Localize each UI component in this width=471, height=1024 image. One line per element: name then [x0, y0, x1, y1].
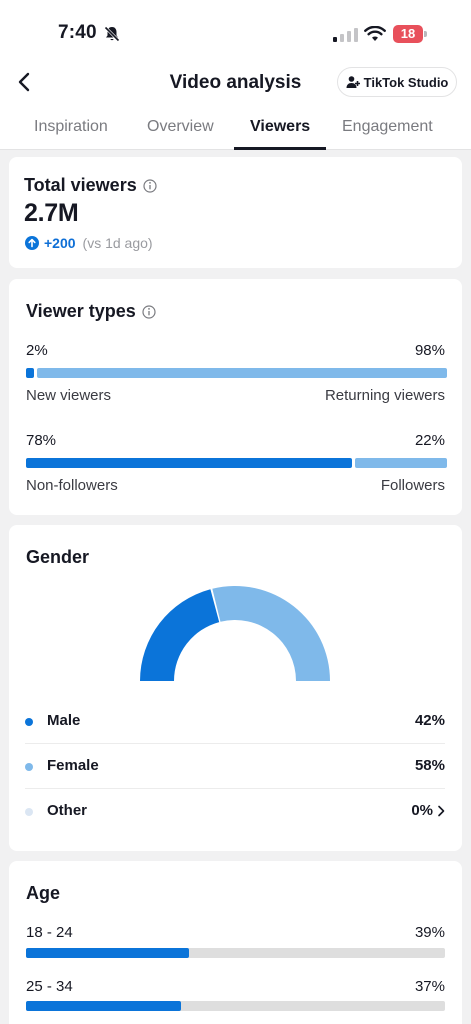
tab-inspiration[interactable]: Inspiration	[34, 118, 108, 136]
bell-muted-icon	[104, 26, 120, 42]
non-followers-label: Non-followers	[26, 477, 118, 494]
followers-label: Followers	[380, 477, 445, 494]
female-dot	[25, 763, 33, 771]
total-viewers-delta: +200 (vs 1d ago)	[25, 235, 153, 251]
viewer-types-header: Viewer types	[26, 301, 156, 322]
viewer-types-card: Viewer types 2% 98% New viewers Returnin…	[9, 279, 462, 515]
age-row-value: 37%	[414, 978, 445, 995]
info-icon[interactable]	[143, 178, 157, 193]
male-value: 42%	[414, 712, 445, 729]
returning-viewers-pct: 98%	[414, 342, 445, 359]
user-add-icon	[346, 76, 360, 88]
total-viewers-title: Total viewers	[24, 175, 137, 195]
new-viewers-label: New viewers	[26, 387, 112, 404]
male-label: Male	[47, 712, 81, 729]
non-followers-pct: 78%	[26, 432, 57, 449]
followers-bar	[355, 458, 447, 468]
age-row-label: 25 - 34	[26, 978, 73, 995]
gender-donut-chart	[140, 586, 330, 681]
tab-bar: Inspiration Overview Viewers Engagement	[0, 104, 471, 150]
delta-value: +200	[44, 235, 76, 251]
info-icon[interactable]	[142, 304, 156, 319]
tiktok-studio-button[interactable]: TikTok Studio	[337, 67, 457, 97]
returning-viewers-label: Returning viewers	[324, 387, 445, 404]
arrow-up-circle-icon	[25, 236, 39, 250]
age-row-label: 18 - 24	[26, 924, 73, 941]
battery-icon: 18	[393, 25, 427, 43]
female-label: Female	[47, 757, 99, 774]
followers-pct: 22%	[414, 432, 445, 449]
tab-engagement[interactable]: Engagement	[342, 118, 433, 136]
gender-row-female: Female 58%	[25, 744, 445, 789]
age-card: Age 18 - 24 39% 25 - 34 37%	[9, 861, 462, 1024]
new-viewers-bar	[26, 368, 34, 378]
gender-slice-female	[212, 586, 330, 681]
status-bar: 7:40 18	[0, 0, 471, 62]
viewer-types-title: Viewer types	[26, 301, 136, 321]
wifi-icon	[364, 26, 386, 41]
total-viewers-header: Total viewers	[24, 175, 157, 196]
returning-viewers-bar	[37, 368, 447, 378]
tab-viewers[interactable]: Viewers	[250, 118, 310, 136]
gender-title: Gender	[26, 547, 90, 567]
active-tab-indicator	[234, 147, 326, 150]
signal-icon	[333, 28, 358, 42]
status-time: 7:40	[58, 22, 97, 43]
total-viewers-card: Total viewers 2.7M +200 (vs 1d ago)	[9, 157, 462, 268]
other-dot	[25, 808, 33, 816]
chevron-right-icon[interactable]	[437, 805, 445, 817]
gender-slice-male	[140, 589, 220, 681]
age-row-value: 39%	[414, 924, 445, 941]
delta-note: (vs 1d ago)	[82, 235, 153, 251]
age-bar-fill	[26, 948, 189, 958]
battery-level: 18	[393, 25, 423, 43]
gender-row-other[interactable]: Other 0%	[25, 789, 445, 834]
female-value: 58%	[414, 757, 445, 774]
non-followers-bar	[26, 458, 352, 468]
gender-row-male: Male 42%	[25, 699, 445, 744]
nav-header: Video analysis TikTok Studio	[0, 62, 471, 104]
tiktok-studio-label: TikTok Studio	[363, 74, 449, 90]
total-viewers-value: 2.7M	[24, 199, 79, 227]
new-viewers-pct: 2%	[26, 342, 48, 359]
age-title: Age	[26, 883, 61, 903]
tab-overview[interactable]: Overview	[147, 118, 214, 136]
other-label: Other	[47, 802, 88, 819]
age-bar-fill	[26, 1001, 181, 1011]
male-dot	[25, 718, 33, 726]
other-value-wrap: 0%	[411, 802, 445, 819]
other-value: 0%	[411, 802, 433, 819]
gender-card: Gender Male 42% Female 58% Other 0%	[9, 525, 462, 851]
